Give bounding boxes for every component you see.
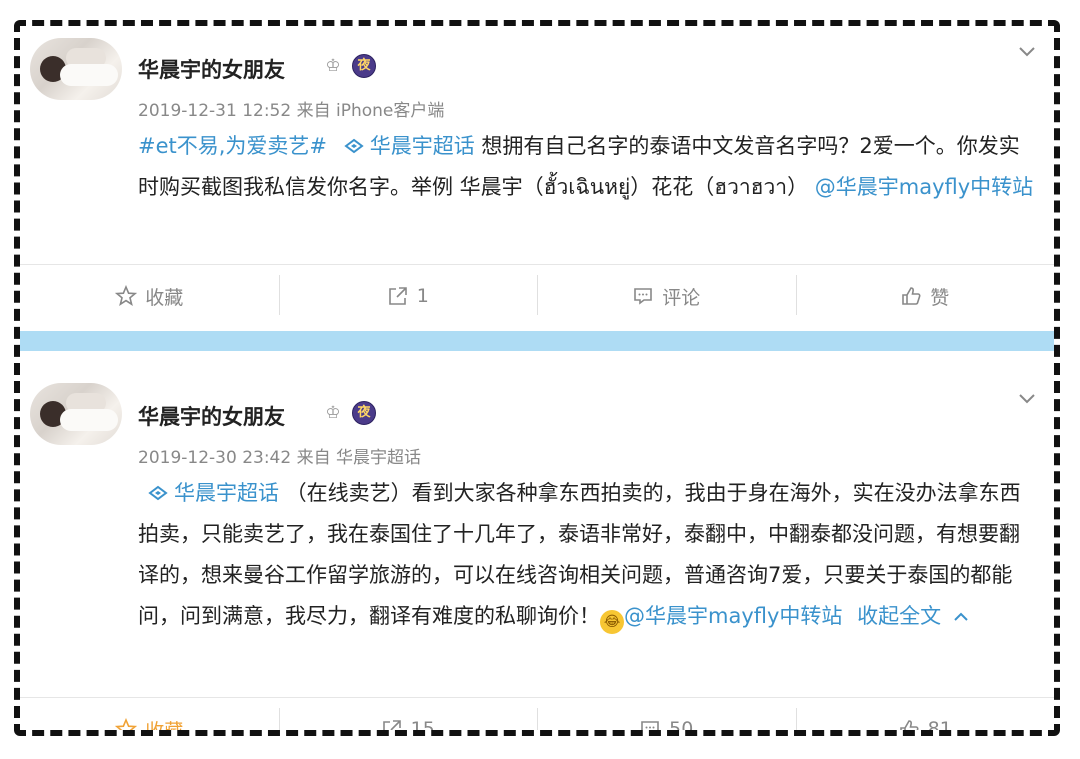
- crown-icon: ♔: [325, 403, 341, 423]
- thumbs-up-icon: [902, 287, 921, 305]
- night-badge-icon: 夜: [352, 401, 376, 425]
- avatar[interactable]: [30, 38, 122, 100]
- post-content: 华晨宇超话 （在线卖艺）看到大家各种拿东西拍卖的，我由于身在海外，实在没办法拿东…: [138, 473, 1038, 637]
- username[interactable]: 华晨宇的女朋友: [138, 401, 285, 431]
- collapse-link[interactable]: 收起全文: [857, 604, 969, 628]
- mention-link[interactable]: @华晨宇mayfly中转站: [624, 604, 842, 628]
- chevron-down-icon[interactable]: [1018, 389, 1036, 407]
- screenshot-frame: 华晨宇的女朋友 ♔ 夜 2019-12-31 12:52 来自 iPhone客户…: [14, 20, 1060, 736]
- repost-button[interactable]: 1: [278, 265, 538, 327]
- repost-button[interactable]: 15: [278, 698, 538, 730]
- divider-gap: [20, 351, 1054, 371]
- star-icon: [115, 285, 138, 306]
- action-bar: 收藏 1 评论 赞: [20, 264, 1054, 327]
- weibo-post: 华晨宇的女朋友 ♔ 夜 2019-12-31 12:52 来自 iPhone客户…: [20, 26, 1054, 331]
- post-meta: 2019-12-30 23:42 来自 华晨宇超话: [138, 448, 421, 468]
- weibo-post: 华晨宇的女朋友 ♔ 夜 2019-12-30 23:42 来自 华晨宇超话 华晨…: [20, 371, 1055, 730]
- topic-link[interactable]: 华晨宇超话: [138, 481, 279, 505]
- favorite-button[interactable]: 收藏: [20, 265, 279, 327]
- post-meta: 2019-12-31 12:52 来自 iPhone客户端: [138, 101, 445, 121]
- comment-icon: [634, 288, 653, 305]
- comment-icon: [641, 721, 659, 730]
- post-content: #et不易,为爱卖艺# 华晨宇超话 想拥有自己名字的泰语中文发音名字吗？2爱一个…: [138, 126, 1038, 208]
- chevron-up-icon: [954, 612, 968, 621]
- repost-icon: [382, 720, 401, 730]
- chevron-down-icon[interactable]: [1018, 42, 1036, 60]
- like-button[interactable]: 赞: [795, 265, 1055, 327]
- favorite-button[interactable]: 收藏: [20, 698, 279, 730]
- supertopic-icon: [148, 485, 168, 501]
- star-icon: [115, 718, 138, 730]
- post-divider: [20, 331, 1054, 351]
- comment-button[interactable]: 50: [537, 698, 796, 730]
- night-badge-icon: 夜: [352, 54, 376, 78]
- hashtag-link[interactable]: #et不易,为爱卖艺#: [138, 134, 327, 158]
- topic-link[interactable]: 华晨宇超话: [334, 134, 475, 158]
- avatar[interactable]: [30, 383, 122, 445]
- comment-button[interactable]: 评论: [537, 265, 796, 327]
- action-bar: 收藏 15 50 81: [20, 697, 1055, 730]
- like-button[interactable]: 81: [795, 698, 1055, 730]
- mention-link[interactable]: @华晨宇mayfly中转站: [815, 175, 1033, 199]
- crown-icon: ♔: [325, 56, 341, 76]
- repost-icon: [388, 287, 407, 305]
- username[interactable]: 华晨宇的女朋友: [138, 54, 285, 84]
- supertopic-icon: [344, 138, 364, 154]
- laugh-cry-emoji-icon: 😂: [600, 610, 624, 634]
- thumbs-up-icon: [899, 720, 919, 730]
